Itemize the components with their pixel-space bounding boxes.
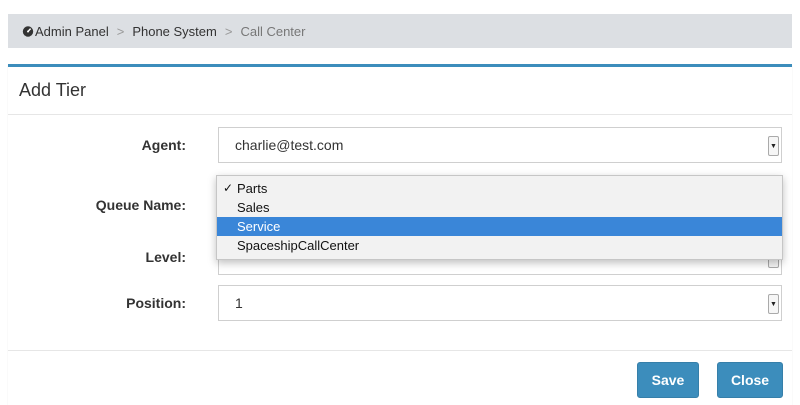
agent-row: Agent: charlie@test.com ▼: [8, 127, 792, 165]
breadcrumb-phone-system[interactable]: Phone System: [132, 24, 217, 39]
position-label: Position:: [126, 295, 186, 311]
dashboard-icon[interactable]: [22, 25, 34, 37]
queue-option-label: Parts: [237, 181, 268, 196]
position-select[interactable]: 1 ▼: [218, 285, 782, 321]
queue-option-parts[interactable]: ✓ Parts: [217, 179, 782, 198]
queue-option-service[interactable]: Service: [217, 217, 782, 236]
queue-option-label: Sales: [237, 200, 270, 215]
breadcrumb-call-center: Call Center: [240, 23, 306, 39]
agent-select-value: charlie@test.com: [235, 137, 344, 153]
level-label: Level:: [145, 249, 186, 265]
queue-option-sales[interactable]: Sales: [217, 198, 782, 217]
position-select-value: 1: [235, 295, 243, 311]
breadcrumb-admin-panel[interactable]: Admin Panel: [35, 24, 109, 39]
breadcrumb-separator: >: [224, 23, 233, 39]
panel-footer: [8, 350, 792, 351]
queue-option-label: Service: [237, 219, 281, 234]
agent-select[interactable]: charlie@test.com ▼: [218, 127, 782, 163]
save-button[interactable]: Save: [637, 362, 699, 398]
chevron-down-icon: ▼: [768, 294, 779, 314]
agent-label: Agent:: [141, 137, 186, 153]
breadcrumb: Admin Panel > Phone System > Call Center: [8, 14, 792, 48]
queue-option-label: SpaceshipCallCenter: [237, 238, 360, 253]
close-button[interactable]: Close: [717, 362, 783, 398]
queue-option-spaceshipcallcenter[interactable]: SpaceshipCallCenter: [217, 236, 782, 255]
checkmark-icon: ✓: [223, 181, 234, 195]
position-row: Position: 1 ▼: [8, 285, 792, 323]
queue-name-dropdown[interactable]: ✓ Parts Sales Service SpaceshipCallCente…: [216, 175, 783, 260]
chevron-down-icon: ▼: [768, 136, 779, 156]
panel-title: Add Tier: [8, 67, 792, 115]
queue-name-label: Queue Name:: [95, 197, 186, 213]
breadcrumb-separator: >: [116, 23, 125, 39]
